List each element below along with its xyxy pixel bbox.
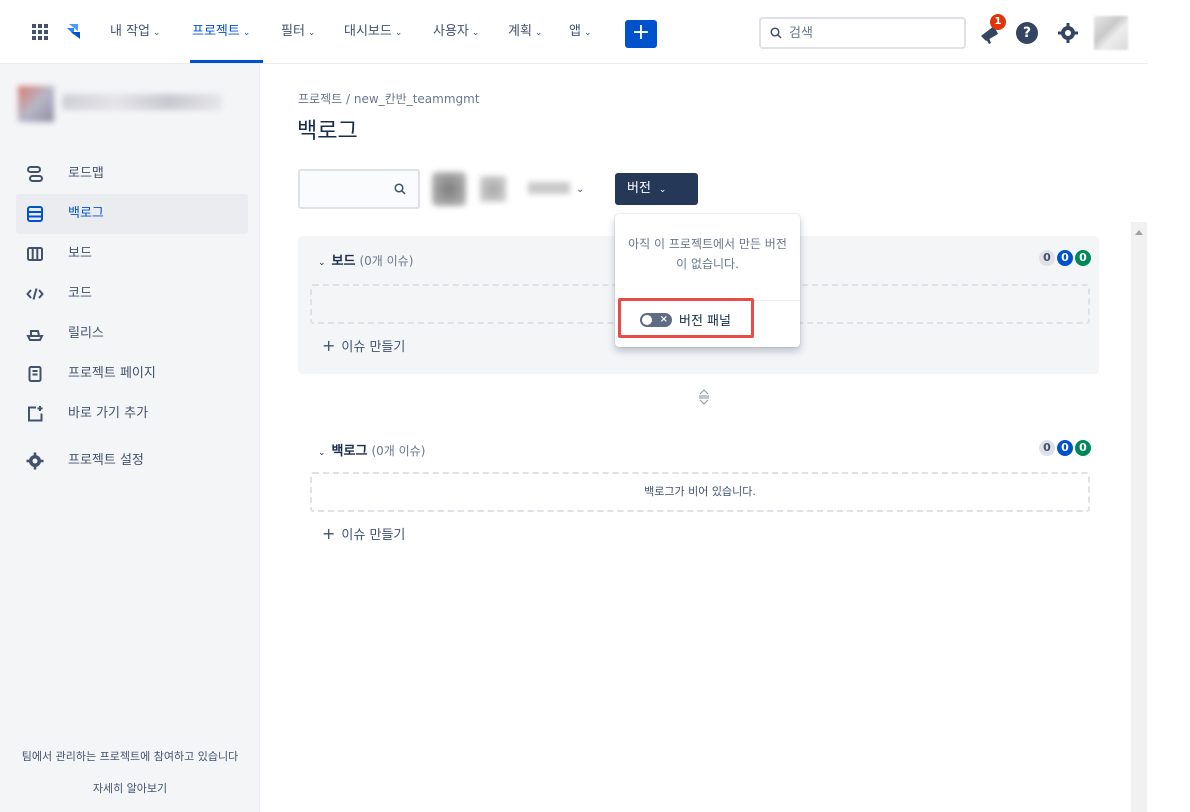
search-box[interactable] <box>759 17 966 49</box>
sidebar-item-roadmap[interactable]: 로드맵 <box>16 154 248 194</box>
chevron-down-icon: ⌄ <box>471 28 480 38</box>
backlog-empty-box: 백로그가 비어 있습니다. <box>310 472 1090 512</box>
sidebar-item-project-pages[interactable]: 프로젝트 페이지 <box>16 354 248 394</box>
plus-icon: + <box>322 524 336 543</box>
todo-count: 0 <box>1039 440 1055 456</box>
team-managed-note: 팀에서 관리하는 프로젝트에 참여하고 있습니다 <box>21 750 239 763</box>
user-avatar[interactable] <box>1094 16 1128 50</box>
done-count: 0 <box>1075 250 1091 266</box>
version-panel-toggle[interactable]: × <box>640 313 672 327</box>
search-input[interactable] <box>789 23 959 43</box>
in-progress-count: 0 <box>1057 440 1073 456</box>
avatar[interactable] <box>432 172 466 206</box>
avatar[interactable] <box>480 176 506 202</box>
jira-logo-icon[interactable] <box>64 22 84 42</box>
chevron-down-icon[interactable]: ⌄ <box>576 184 584 195</box>
board-icon <box>27 247 43 261</box>
gear-icon <box>26 452 44 470</box>
settings-gear-icon[interactable] <box>1057 22 1079 44</box>
notifications-button[interactable]: 1 <box>978 14 1006 46</box>
add-shortcut-icon <box>28 406 43 422</box>
sidebar-item-backlog[interactable]: 백로그 <box>16 194 248 234</box>
sidebar-item-board[interactable]: 보드 <box>16 234 248 274</box>
issue-counts: 000 <box>1037 250 1091 266</box>
project-name-blurred <box>62 94 222 110</box>
sidebar-item-project-settings[interactable]: 프로젝트 설정 <box>16 441 248 481</box>
top-navigation: 내 작업⌄ 프로젝트⌄ 필터⌄ 대시보드⌄ 사용자⌄ 계획⌄ 앱⌄ + 1 ? <box>0 0 1148 64</box>
version-panel-toggle-row[interactable]: × 버전 패널 <box>618 298 754 338</box>
chevron-down-icon: ⌄ <box>153 28 161 38</box>
chevron-down-icon: ⌄ <box>658 185 667 195</box>
chevron-down-icon[interactable]: ⌄ <box>318 258 326 268</box>
nav-filters[interactable]: 필터 ⌄ <box>281 22 315 42</box>
backlog-section: ⌄ 백로그 (0개 이슈) 000 백로그가 비어 있습니다. + 이슈 만들기 <box>298 426 1099 556</box>
filter-dropdown-blurred[interactable] <box>528 182 570 194</box>
board-section-header[interactable]: ⌄ 보드 (0개 이슈) <box>318 250 413 269</box>
chevron-down-icon: ⌄ <box>394 28 403 38</box>
project-sidebar: 로드맵 백로그 보드 코드 릴리스 프로젝트 페이지 바로 가기 추가 프로젝트… <box>0 64 260 812</box>
app-switcher-icon[interactable] <box>32 24 48 40</box>
done-count: 0 <box>1075 440 1091 456</box>
create-issue-button[interactable]: + 이슈 만들기 <box>322 336 405 355</box>
create-issue-button[interactable]: + 이슈 만들기 <box>322 524 405 543</box>
version-popup: 아직 이 프로젝트에서 만든 버전이 없습니다. × 버전 패널 <box>615 214 800 347</box>
close-icon: × <box>659 314 668 325</box>
project-header[interactable] <box>18 82 238 122</box>
page-title: 백로그 <box>297 119 358 144</box>
chevron-down-icon: ⌄ <box>242 28 251 38</box>
notification-badge: 1 <box>990 14 1006 30</box>
chevron-down-icon[interactable]: ⌄ <box>318 448 326 458</box>
nav-plans[interactable]: 계획 ⌄ <box>508 22 542 42</box>
version-panel-label: 버전 패널 <box>679 314 731 329</box>
assignee-avatars[interactable] <box>432 172 524 206</box>
chevron-down-icon: ⌄ <box>307 28 316 38</box>
nav-projects[interactable]: 프로젝트 ⌄ <box>192 22 250 42</box>
search-icon <box>770 27 782 39</box>
chevron-down-icon: ⌄ <box>583 28 592 38</box>
backlog-icon <box>27 206 43 222</box>
breadcrumb[interactable]: 프로젝트 / new_칸반_teammgmt <box>298 90 480 107</box>
page-icon <box>28 366 42 382</box>
search-icon <box>394 183 406 195</box>
resize-handle-icon[interactable] <box>697 388 711 406</box>
plus-icon: + <box>322 336 336 355</box>
vertical-scrollbar[interactable] <box>1131 222 1147 812</box>
backlog-search-input[interactable] <box>298 169 420 209</box>
chevron-down-icon: ⌄ <box>534 28 543 38</box>
help-button[interactable]: ? <box>1016 22 1038 44</box>
toggle-knob <box>642 315 652 325</box>
no-versions-message: 아직 이 프로젝트에서 만든 버전이 없습니다. <box>628 237 787 271</box>
backlog-section-header[interactable]: ⌄ 백로그 (0개 이슈) <box>318 440 425 459</box>
create-button[interactable]: + <box>625 20 657 48</box>
code-icon <box>26 288 44 300</box>
in-progress-count: 0 <box>1057 250 1073 266</box>
sidebar-item-releases[interactable]: 릴리스 <box>16 314 248 354</box>
roadmap-icon <box>27 166 43 182</box>
ship-icon <box>26 330 44 341</box>
project-avatar <box>18 86 54 122</box>
scroll-up-arrow-icon[interactable] <box>1135 230 1143 235</box>
learn-more-link[interactable]: 자세히 알아보기 <box>0 782 260 796</box>
nav-apps[interactable]: 앱 ⌄ <box>569 22 592 42</box>
nav-active-indicator <box>190 60 263 63</box>
sidebar-footer: 팀에서 관리하는 프로젝트에 참여하고 있습니다 자세히 알아보기 <box>0 750 260 796</box>
version-dropdown-button[interactable]: 버전 ⌄ <box>615 173 698 205</box>
issue-counts: 000 <box>1037 440 1091 456</box>
nav-people[interactable]: 사용자 ⌄ <box>433 22 479 42</box>
sidebar-item-add-shortcut[interactable]: 바로 가기 추가 <box>16 394 248 434</box>
sidebar-item-code[interactable]: 코드 <box>16 274 248 314</box>
todo-count: 0 <box>1039 250 1055 266</box>
nav-dashboards[interactable]: 대시보드 ⌄ <box>344 22 402 42</box>
nav-my-work[interactable]: 내 작업 ⌄ <box>110 22 161 42</box>
